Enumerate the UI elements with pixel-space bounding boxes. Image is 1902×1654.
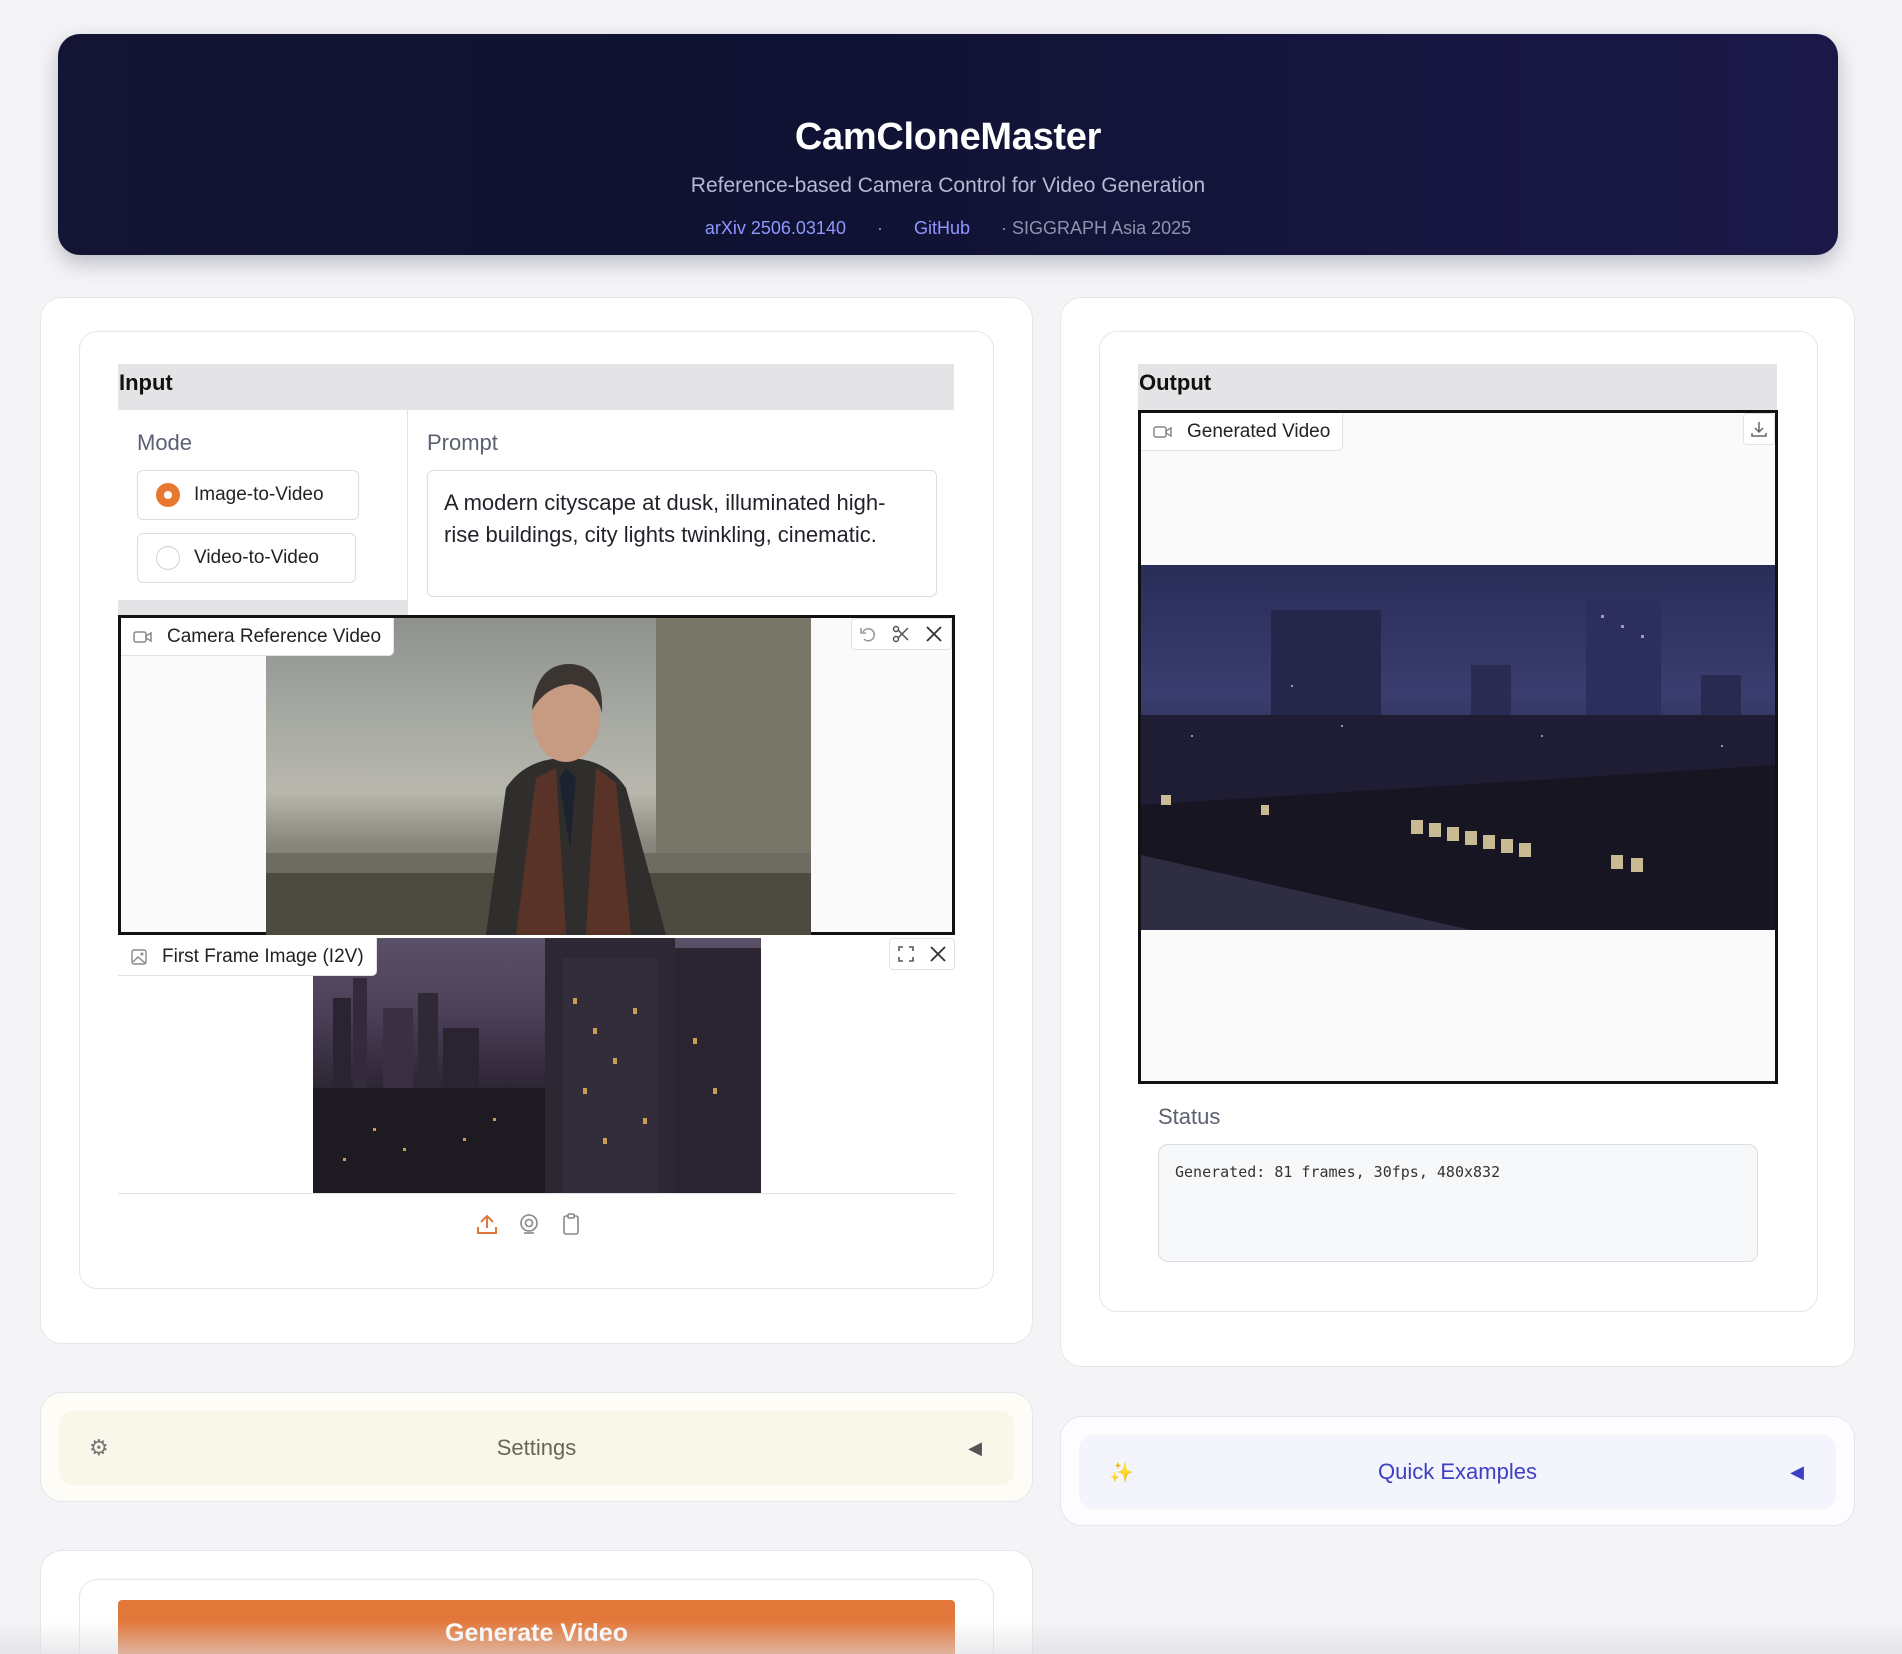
camera-video-tag: Camera Reference Video — [121, 618, 395, 656]
first-frame-image[interactable]: First Frame Image (I2V) — [118, 938, 955, 1194]
webcam-icon[interactable] — [517, 1212, 541, 1241]
video-toolbar — [851, 618, 952, 650]
close-icon[interactable] — [918, 625, 951, 643]
image-icon — [131, 948, 147, 965]
fullscreen-icon[interactable] — [890, 945, 922, 963]
mode-group: Mode Image-to-Video Video-to-Video — [118, 410, 408, 600]
header-links: arXiv 2506.03140 · GitHub · SIGGRAPH Asi… — [58, 218, 1838, 239]
camera-video-frame — [266, 618, 811, 935]
bottom-fade — [0, 1620, 1902, 1654]
radio-unselected-icon — [156, 546, 180, 570]
settings-label: Settings — [496, 1435, 577, 1460]
close-icon[interactable] — [922, 945, 954, 963]
video-camera-icon — [1153, 425, 1172, 438]
app-header: CamCloneMaster Reference-based Camera Co… — [58, 34, 1838, 255]
quick-examples-label: Quick Examples — [1378, 1459, 1537, 1484]
output-section-title: Output — [1138, 364, 1777, 410]
settings-panel: ⚙ Settings ◀ — [40, 1392, 1033, 1502]
input-section-title: Input — [118, 364, 954, 410]
settings-collapse-arrow-icon: ◀ — [968, 1437, 982, 1458]
quick-examples-panel: ✨ Quick Examples ◀ — [1060, 1416, 1855, 1526]
output-card: Output Generated Video Status Generated:… — [1099, 331, 1818, 1312]
arxiv-link[interactable]: arXiv 2506.03140 — [705, 218, 846, 238]
mode-option-video-to-video[interactable]: Video-to-Video — [137, 533, 356, 583]
mode-option-image-to-video[interactable]: Image-to-Video — [137, 470, 359, 520]
prompt-textarea[interactable]: A modern cityscape at dusk, illuminated … — [427, 470, 937, 597]
github-link[interactable]: GitHub — [914, 218, 970, 238]
image-bottom-border — [118, 1193, 955, 1194]
app-title: CamCloneMaster — [794, 116, 1102, 158]
clipboard-icon[interactable] — [559, 1212, 583, 1241]
camera-reference-video[interactable]: Camera Reference Video — [118, 615, 955, 935]
image-source-bar — [475, 1212, 583, 1241]
undo-icon[interactable] — [852, 624, 884, 644]
first-frame-tag: First Frame Image (I2V) — [118, 938, 377, 976]
radio-selected-icon — [156, 483, 180, 507]
mode-option-label: Video-to-Video — [194, 547, 320, 568]
generated-video-tag: Generated Video — [1141, 413, 1344, 451]
video-camera-icon — [133, 630, 152, 643]
first-frame-label: First Frame Image (I2V) — [162, 945, 364, 967]
scissors-icon[interactable] — [884, 624, 917, 644]
mode-divider — [118, 600, 408, 615]
mode-option-label: Image-to-Video — [194, 484, 324, 505]
link-separator: · — [876, 218, 883, 238]
input-card: Input Mode Image-to-Video Video-to-Video… — [79, 331, 994, 1289]
app-subtitle: Reference-based Camera Control for Video… — [690, 174, 1206, 197]
prompt-label: Prompt — [427, 430, 498, 455]
generated-video[interactable]: Generated Video — [1138, 410, 1778, 1084]
venue-label: · SIGGRAPH Asia 2025 — [1001, 218, 1192, 238]
status-label: Status — [1158, 1104, 1221, 1129]
upload-icon[interactable] — [475, 1212, 499, 1241]
generated-video-frame — [1141, 565, 1775, 930]
download-button[interactable] — [1743, 413, 1775, 445]
camera-video-label: Camera Reference Video — [167, 625, 382, 647]
mode-label: Mode — [137, 430, 193, 455]
quick-examples-accordion[interactable]: ✨ Quick Examples ◀ — [1079, 1435, 1836, 1509]
generated-video-label: Generated Video — [1187, 420, 1331, 442]
column-divider — [407, 410, 408, 615]
image-toolbar — [889, 938, 955, 970]
settings-accordion[interactable]: ⚙ Settings ◀ — [59, 1411, 1014, 1485]
download-icon — [1751, 422, 1767, 437]
output-panel: Output Generated Video Status Generated:… — [1060, 297, 1855, 1367]
quick-examples-collapse-arrow-icon: ◀ — [1790, 1461, 1804, 1482]
input-panel: Input Mode Image-to-Video Video-to-Video… — [40, 297, 1033, 1344]
status-field[interactable]: Generated: 81 frames, 30fps, 480x832 — [1158, 1144, 1758, 1262]
first-frame-preview — [313, 938, 761, 1194]
